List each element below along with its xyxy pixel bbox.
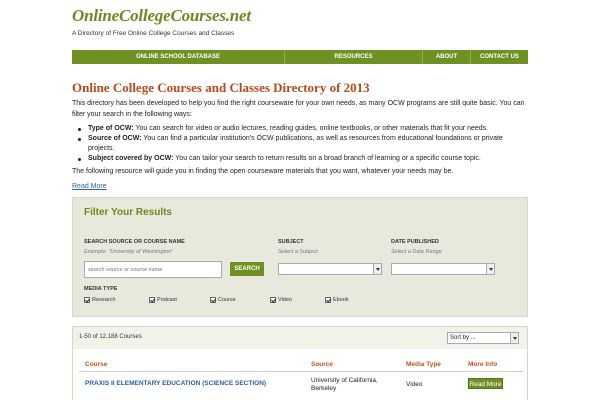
- bullet-text: You can search for video or audio lectur…: [133, 125, 489, 132]
- guide-text: The following resource will guide you in…: [72, 168, 454, 175]
- checkbox-icon: [84, 297, 90, 303]
- checkbox-icon: [210, 297, 216, 303]
- course-title-link[interactable]: PRAXIS II ELEMENTARY EDUCATION (SCIENCE …: [85, 380, 266, 388]
- results-panel: 1-50 of 12,188 Courses Sort by ... Cours…: [72, 326, 528, 400]
- date-label: DATE PUBLISHED: [391, 239, 439, 245]
- filter-title: Filter Your Results: [84, 207, 172, 218]
- media-type-label: MEDIA TYPE: [84, 286, 118, 292]
- checkbox-video[interactable]: Video: [270, 297, 292, 303]
- checkbox-ebook[interactable]: Ebook: [325, 297, 349, 303]
- checkbox-icon: [149, 297, 155, 303]
- checkbox-label: Course: [218, 297, 236, 303]
- checkbox-icon: [270, 297, 276, 303]
- chevron-down-icon: [486, 264, 494, 274]
- results-toolbar: 1-50 of 12,188 Courses Sort by ...: [73, 327, 527, 349]
- filter-panel: Filter Your Results SEARCH SOURCE OR COU…: [72, 197, 528, 317]
- course-media-type: Video: [406, 381, 423, 388]
- read-more-link[interactable]: Read More: [72, 183, 107, 190]
- intro-text: This directory has been developed to hel…: [72, 100, 525, 118]
- course-source-line: University of California,: [311, 377, 378, 384]
- subject-hint: Select a Subject: [278, 249, 318, 255]
- checkbox-course[interactable]: Course: [210, 297, 236, 303]
- site-logo[interactable]: OnlineCollegeCourses.net: [72, 6, 251, 26]
- read-more-button[interactable]: Read More: [468, 378, 503, 389]
- bullet-text: You can find a particular institution's …: [88, 135, 503, 152]
- source-label: SEARCH SOURCE OR COURSE NAME: [84, 239, 185, 245]
- list-item: Source of OCW: You can find a particular…: [78, 134, 526, 154]
- nav-online-school-database[interactable]: ONLINE SCHOOL DATABASE: [72, 50, 284, 64]
- main-nav: ONLINE SCHOOL DATABASE RESOURCES ABOUT C…: [72, 50, 528, 64]
- date-hint: Select a Date Range: [391, 249, 442, 255]
- chevron-down-icon: [373, 264, 381, 274]
- subject-label: SUBJECT: [278, 239, 304, 245]
- checkbox-icon: [325, 297, 331, 303]
- list-item: Type of OCW: You can search for video or…: [78, 124, 526, 134]
- bullet-text: You can tailor your search to return res…: [173, 155, 481, 162]
- bullet-label: Type of OCW:: [88, 125, 134, 132]
- nav-contact-us[interactable]: CONTACT US: [470, 50, 528, 64]
- page-title: Online College Courses and Classes Direc…: [72, 80, 370, 95]
- bullet-label: Source of OCW:: [88, 135, 142, 142]
- sort-value: Sort by ...: [450, 335, 476, 341]
- checkbox-label: Research: [92, 297, 116, 303]
- nav-resources[interactable]: RESOURCES: [284, 50, 422, 64]
- media-type-checkboxes: Research Podcast Course Video Ebook: [84, 297, 384, 307]
- subject-select[interactable]: [278, 263, 382, 275]
- checkbox-research[interactable]: Research: [84, 297, 116, 303]
- column-header-source[interactable]: Source: [311, 361, 333, 368]
- chevron-down-icon: [510, 333, 518, 343]
- date-select[interactable]: [391, 263, 495, 275]
- filter-ways-list: Type of OCW: You can search for video or…: [78, 124, 526, 164]
- bullet-label: Subject covered by OCW:: [88, 155, 174, 162]
- source-hint: Example: "University of Washington": [84, 249, 174, 255]
- column-header-course[interactable]: Course: [85, 361, 107, 368]
- nav-about[interactable]: ABOUT: [422, 50, 470, 64]
- column-header-media-type[interactable]: Media Type: [406, 361, 441, 368]
- checkbox-podcast[interactable]: Podcast: [149, 297, 177, 303]
- course-source-line: Berkeley: [311, 385, 337, 392]
- column-header-more-info: More Info: [468, 361, 498, 368]
- checkbox-label: Podcast: [157, 297, 177, 303]
- search-button[interactable]: SEARCH: [230, 262, 264, 276]
- checkbox-label: Video: [278, 297, 292, 303]
- header-divider: [79, 371, 523, 372]
- sort-select[interactable]: Sort by ...: [447, 332, 519, 344]
- course-source: University of California, Berkeley: [311, 377, 378, 393]
- site-tagline: A Directory of Free Online College Cours…: [72, 30, 235, 37]
- checkbox-label: Ebook: [333, 297, 349, 303]
- results-count: 1-50 of 12,188 Courses: [79, 334, 142, 340]
- list-item: Subject covered by OCW: You can tailor y…: [78, 154, 526, 164]
- search-input[interactable]: [84, 261, 222, 278]
